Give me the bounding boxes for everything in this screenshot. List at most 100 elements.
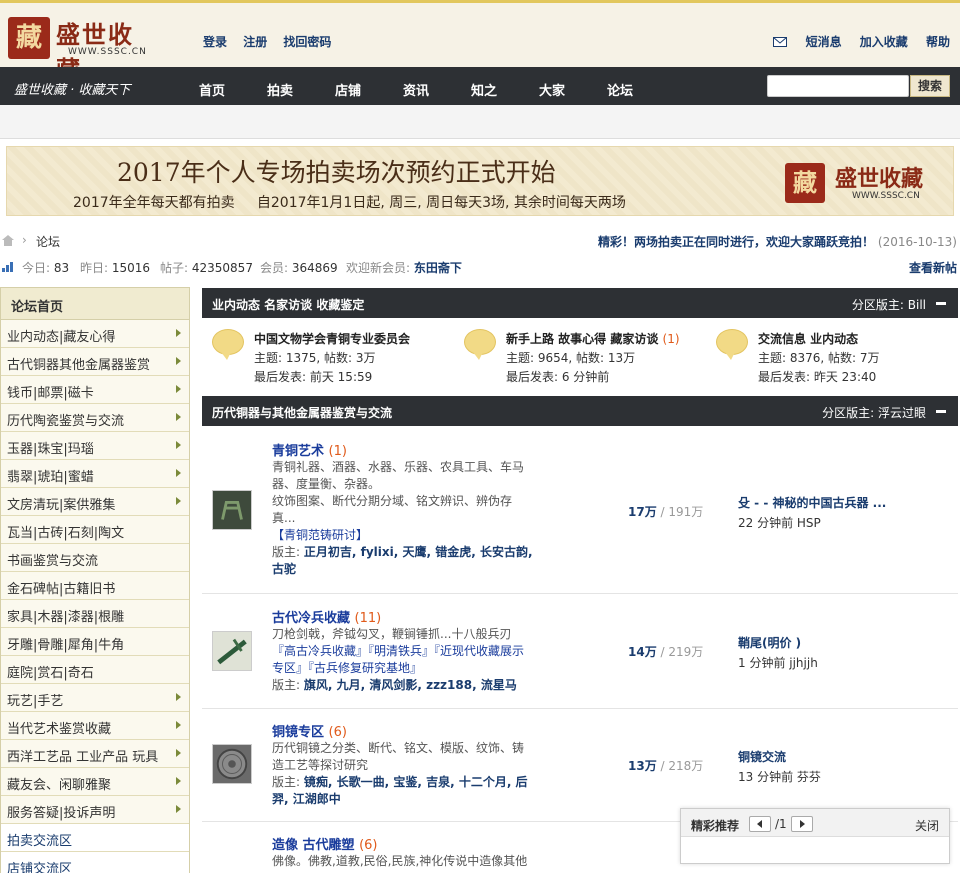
help-link[interactable]: 帮助	[926, 35, 950, 49]
sidebar-item[interactable]: 庭院|赏石|奇石	[1, 656, 189, 684]
message-link[interactable]: 短消息	[773, 35, 845, 49]
category-new-count: (1)	[662, 332, 680, 346]
sidebar-item[interactable]: 玩艺|手艺	[1, 684, 189, 712]
announcement-text[interactable]: 精彩！两场拍卖正在同时进行，欢迎大家踊跃竞拍！	[598, 235, 874, 249]
category-name[interactable]: 交流信息 业内动态	[758, 330, 858, 347]
sidebar-item[interactable]: 金石碑帖|古籍旧书	[1, 572, 189, 600]
forum-title[interactable]: 铜镜专区 (6)	[272, 721, 347, 740]
register-link[interactable]: 注册	[243, 35, 267, 49]
collapse-icon[interactable]	[936, 302, 946, 305]
banner-logo-text: 盛世收藏	[835, 166, 924, 192]
moderators-list[interactable]: 镜痴, 长歌一曲, 宝鉴, 吉泉, 十二个月, 后羿, 江湖郎中	[272, 775, 528, 806]
nav-knowledge[interactable]: 知之	[471, 80, 497, 99]
sidebar-item[interactable]: 西洋工艺品 工业产品 玩具	[1, 740, 189, 768]
stat-yesterday: 昨日: 15016	[80, 259, 150, 276]
nav-masters[interactable]: 大家	[539, 80, 565, 99]
sidebar-link-auction[interactable]: 拍卖交流区	[1, 824, 189, 852]
search-input[interactable]	[767, 75, 909, 97]
bookmark-link[interactable]: 加入收藏	[860, 35, 908, 49]
forum-sub-tags[interactable]: 【青铜范铸研讨】	[272, 527, 534, 544]
last-post-title[interactable]: 铜镜交流	[738, 748, 821, 765]
forum-thumbnail[interactable]	[212, 744, 252, 784]
forum-title[interactable]: 青铜艺术 (1)	[272, 440, 347, 459]
category-name[interactable]: 新手上路 故事心得 藏家访谈 (1)	[506, 330, 680, 347]
last-post-title[interactable]: 殳 - - 神秘的中国古兵器 ...	[738, 494, 886, 511]
sidebar-link-shops[interactable]: 店铺交流区	[1, 852, 189, 873]
forum-counts: 17万 / 191万	[628, 503, 703, 520]
sidebar-title[interactable]: 论坛首页	[1, 288, 189, 320]
stat-welcome-label: 欢迎新会员:	[346, 261, 411, 275]
prev-page-button[interactable]	[749, 816, 771, 832]
forum-row: 古代冷兵收藏 (11) 刀枪剑戟，斧钺勾叉，鞭锏锤抓...十八般兵刃 『高古冷兵…	[202, 594, 958, 709]
newest-member-link[interactable]: 东田斋下	[414, 261, 462, 275]
moderators-label: 版主:	[272, 678, 301, 692]
sidebar-item[interactable]: 书画鉴赏与交流	[1, 544, 189, 572]
search-button[interactable]: 搜索	[910, 75, 950, 97]
collapse-icon[interactable]	[936, 410, 946, 413]
post-count: / 191万	[660, 505, 704, 519]
last-post: 鞘尾(明价 ) 1 分钟前 jjhjjh	[738, 634, 818, 671]
sidebar-item[interactable]: 文房清玩|案供雅集	[1, 488, 189, 516]
sidebar-item-label: 金石碑帖|古籍旧书	[7, 582, 116, 597]
close-button[interactable]: 关闭	[915, 817, 939, 834]
forum-new-count: (11)	[354, 611, 382, 626]
forum-thumbnail[interactable]	[212, 490, 252, 530]
sidebar-item[interactable]: 瓦当|古砖|石刻|陶文	[1, 516, 189, 544]
last-post-title[interactable]: 鞘尾(明价 )	[738, 634, 818, 651]
view-new-posts-link[interactable]: 查看新帖	[909, 259, 957, 276]
sidebar-item-label: 藏友会、闲聊雅聚	[7, 778, 112, 793]
sidebar-item-label: 业内动态|藏友心得	[7, 330, 116, 345]
category-stats: 主题: 9654, 帖数: 13万	[506, 351, 636, 365]
forum-counts: 13万 / 218万	[628, 757, 703, 774]
nav-shops[interactable]: 店铺	[335, 80, 361, 99]
nav-forum[interactable]: 论坛	[607, 80, 633, 99]
account-links: 登录 注册 找回密码	[203, 33, 343, 50]
recover-password-link[interactable]: 找回密码	[283, 35, 331, 49]
section-moderator[interactable]: 分区版主: 浮云过眼	[822, 404, 926, 421]
chevron-right-icon	[176, 413, 181, 421]
topic-count: 13万	[628, 759, 657, 773]
sidebar-item[interactable]: 玉器|珠宝|玛瑙	[1, 432, 189, 460]
category-cell[interactable]: 交流信息 业内动态 主题: 8376, 帖数: 7万 最后发表: 昨天 23:4…	[706, 323, 958, 393]
category-cell[interactable]: 新手上路 故事心得 藏家访谈 (1) 主题: 9654, 帖数: 13万 最后发…	[454, 323, 706, 393]
sidebar-item[interactable]: 翡翠|琥珀|蜜蜡	[1, 460, 189, 488]
section-moderator[interactable]: 分区版主: Bill	[852, 296, 926, 313]
sidebar-item[interactable]: 历代陶瓷鉴赏与交流	[1, 404, 189, 432]
stat-today-label: 今日:	[22, 261, 51, 275]
nav-home[interactable]: 首页	[199, 80, 225, 99]
sidebar-item[interactable]: 当代艺术鉴赏收藏	[1, 712, 189, 740]
nav-news[interactable]: 资讯	[403, 80, 429, 99]
site-logo[interactable]: 藏 盛世收藏 WWW.SSSC.CN	[8, 15, 158, 84]
logo-seal: 藏	[8, 17, 50, 59]
section-title[interactable]: 历代铜器与其他金属器鉴赏与交流	[212, 406, 392, 420]
sidebar-item[interactable]: 服务答疑|投诉声明	[1, 796, 189, 824]
home-icon[interactable]	[2, 235, 14, 246]
sidebar-item[interactable]: 古代铜器其他金属器鉴赏	[1, 348, 189, 376]
forum-desc-line: 历代铜镜之分类、断代、铭文、模版、纹饰、铸造工艺等探讨研究	[272, 741, 525, 772]
sidebar-item[interactable]: 牙雕|骨雕|犀角|牛角	[1, 628, 189, 656]
stat-posts: 帖子: 42350857	[160, 259, 253, 276]
promo-banner[interactable]: 2017年个人专场拍卖场次预约正式开始 2017年全年每天都有拍卖 自2017年…	[6, 146, 954, 216]
sidebar-item[interactable]: 家具|木器|漆器|根雕	[1, 600, 189, 628]
next-page-button[interactable]	[791, 816, 813, 832]
forum-sub-tags[interactable]: 『高古冷兵收藏』『明清铁兵』『近现代收藏展示专区』『古兵修复研究基地』	[272, 643, 534, 677]
moderators-list[interactable]: 旗风, 九月, 清风剑影, zzz188, 流星马	[304, 678, 517, 692]
forum-title[interactable]: 古代冷兵收藏 (11)	[272, 607, 381, 626]
nav-auction[interactable]: 拍卖	[267, 80, 293, 99]
section-title[interactable]: 业内动态 名家访谈 收藏鉴定	[212, 298, 364, 312]
post-count: / 218万	[660, 759, 704, 773]
banner-logo-seal: 藏	[785, 163, 825, 203]
moderators-list[interactable]: 正月初吉, fylixi, 天鹰, 错金虎, 长安古韵, 古驼	[272, 545, 533, 576]
topic-count: 17万	[628, 505, 657, 519]
sidebar-item[interactable]: 藏友会、闲聊雅聚	[1, 768, 189, 796]
sidebar-item[interactable]: 业内动态|藏友心得	[1, 320, 189, 348]
category-name[interactable]: 中国文物学会青铜专业委员会	[254, 330, 410, 347]
login-link[interactable]: 登录	[203, 35, 227, 49]
forum-title[interactable]: 造像 古代雕塑 (6)	[272, 834, 377, 853]
utility-links: 短消息 加入收藏 帮助	[759, 33, 950, 50]
speech-bubble-icon	[212, 329, 244, 360]
category-cell[interactable]: 中国文物学会青铜专业委员会 主题: 1375, 帖数: 3万 最后发表: 前天 …	[202, 323, 454, 393]
sidebar-item[interactable]: 钱币|邮票|磁卡	[1, 376, 189, 404]
forum-thumbnail[interactable]	[212, 631, 252, 671]
forum-title-text: 古代冷兵收藏	[272, 611, 351, 626]
